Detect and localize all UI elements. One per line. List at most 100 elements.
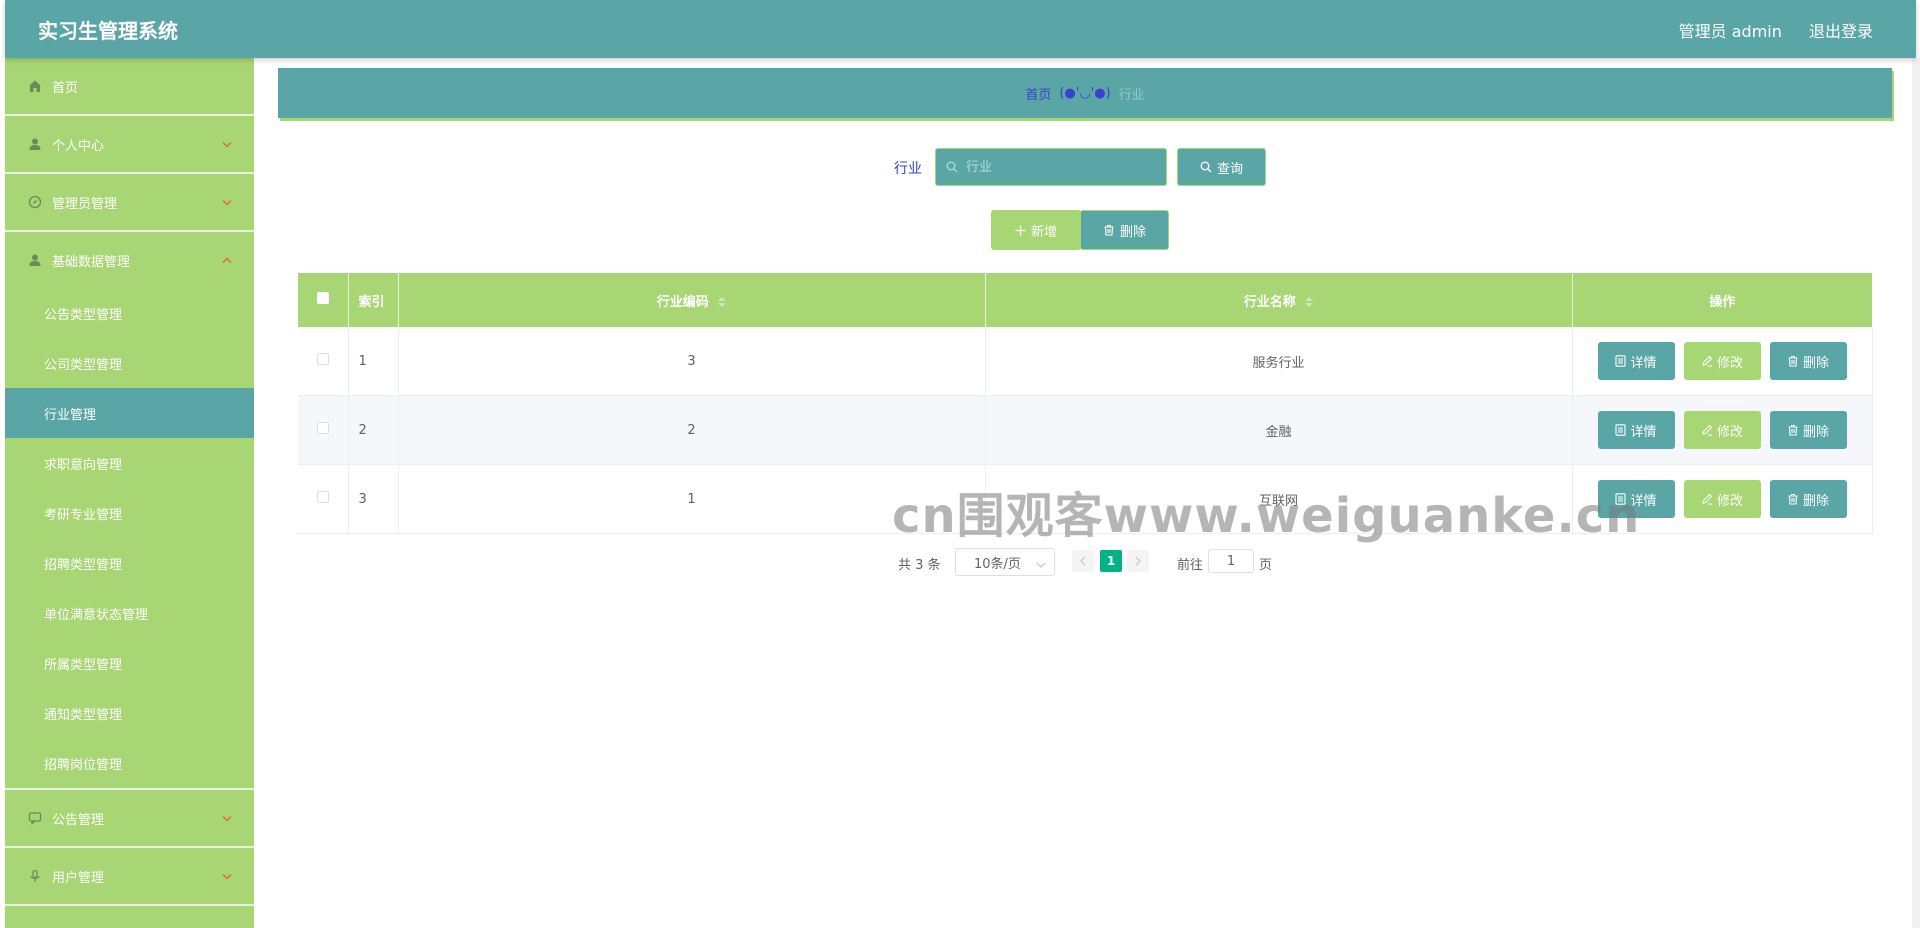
- edit-button-label: 修改: [1716, 355, 1743, 371]
- edit-button[interactable]: 修改: [1683, 342, 1761, 380]
- breadcrumb-home[interactable]: 首页: [1025, 84, 1051, 103]
- breadcrumb-separator: (●'◡'●): [1059, 85, 1111, 101]
- sidebar-item-admin-management[interactable]: 管理员管理: [5, 174, 254, 232]
- column-header-code-label: 行业编码: [656, 294, 709, 310]
- sidebar-item-home[interactable]: 首页: [5, 58, 254, 116]
- delete-button[interactable]: 删除: [1769, 480, 1847, 518]
- sidebar-item-personal-center[interactable]: 个人中心: [5, 116, 254, 174]
- row-checkbox[interactable]: [316, 422, 329, 434]
- chevron-down-icon: [222, 811, 232, 826]
- row-industry-name: 互联网: [985, 464, 1573, 534]
- page-size-select[interactable]: 10条/页: [955, 548, 1055, 576]
- page-scrollbar[interactable]: [1912, 58, 1920, 928]
- row-checkbox[interactable]: [316, 353, 329, 365]
- detail-button-label: 详情: [1630, 355, 1657, 371]
- select-all-checkbox[interactable]: [316, 292, 329, 304]
- user-icon: [27, 252, 43, 268]
- sidebar-item-job-intention[interactable]: 求职意向管理: [5, 438, 254, 488]
- row-checkbox[interactable]: [316, 491, 329, 503]
- trash-icon: [1787, 424, 1799, 436]
- sidebar-item-company-type[interactable]: 公司类型管理: [5, 338, 254, 388]
- plus-icon: [1015, 225, 1026, 236]
- edit-button[interactable]: 修改: [1683, 411, 1761, 449]
- top-bar: 实习生管理系统 管理员 admin 退出登录: [5, 0, 1916, 58]
- top-right-links: 管理员 admin 退出登录: [1657, 18, 1873, 42]
- app-title: 实习生管理系统: [38, 19, 178, 43]
- row-industry-name: 服务行业: [985, 327, 1573, 396]
- search-input[interactable]: [964, 158, 1158, 176]
- delete-button[interactable]: 删除: [1769, 411, 1847, 449]
- search-label: 行业: [894, 161, 922, 177]
- row-industry-code: 2: [398, 395, 986, 465]
- batch-delete-button[interactable]: 删除: [1080, 210, 1169, 250]
- edit-icon: [1701, 424, 1713, 436]
- page-size-value: 10条/页: [974, 556, 1021, 572]
- row-industry-name: 金融: [985, 395, 1573, 465]
- sidebar: 首页 个人中心 管理员管理 基础数据管理 公告类型管理 公司类型管理 行业管理 …: [5, 58, 254, 928]
- chevron-down-icon: [222, 195, 232, 210]
- chevron-down-icon: [222, 137, 232, 152]
- sidebar-item-label: 公告管理: [52, 812, 105, 828]
- sort-icon[interactable]: [718, 297, 727, 307]
- edit-button-label: 修改: [1716, 424, 1743, 440]
- sidebar-item-notify-type[interactable]: 通知类型管理: [5, 688, 254, 738]
- document-icon: [1615, 493, 1627, 505]
- chevron-up-icon: [222, 253, 232, 268]
- sidebar-item-label: 基础数据管理: [52, 254, 131, 270]
- query-button-label: 查询: [1216, 161, 1243, 177]
- next-page-button[interactable]: [1127, 550, 1149, 572]
- breadcrumb: 首页 (●'◡'●) 行业: [278, 68, 1892, 118]
- microphone-icon: [27, 868, 43, 884]
- row-ops-cell: 详情 修改 删除: [1572, 327, 1873, 396]
- delete-button-label: 删除: [1802, 493, 1829, 509]
- goto-suffix: 页: [1259, 558, 1273, 573]
- sidebar-item-label: 用户管理: [52, 870, 105, 886]
- logout-link[interactable]: 退出登录: [1809, 22, 1873, 41]
- add-button-label: 新增: [1030, 224, 1057, 240]
- detail-button[interactable]: 详情: [1597, 411, 1675, 449]
- sidebar-item-notice-type[interactable]: 公告类型管理: [5, 288, 254, 338]
- edit-button[interactable]: 修改: [1683, 480, 1761, 518]
- sidebar-item-satisfaction-status[interactable]: 单位满意状态管理: [5, 588, 254, 638]
- goto-label: 前往: [1177, 558, 1204, 573]
- delete-button-label: 删除: [1802, 424, 1829, 440]
- row-industry-code: 1: [398, 464, 986, 534]
- table-row: 3 1 互联网 详情 修改 删除: [298, 464, 1873, 534]
- add-button[interactable]: 新增: [991, 210, 1081, 250]
- detail-button[interactable]: 详情: [1597, 480, 1675, 518]
- home-icon: [27, 78, 43, 94]
- sidebar-item-recruit-type[interactable]: 招聘类型管理: [5, 538, 254, 588]
- sidebar-item-industry[interactable]: 行业管理: [5, 388, 254, 438]
- sort-icon[interactable]: [1305, 297, 1314, 307]
- column-header-name[interactable]: 行业名称: [985, 273, 1573, 327]
- current-user-label[interactable]: 管理员 admin: [1679, 22, 1782, 41]
- delete-button[interactable]: 删除: [1769, 342, 1847, 380]
- industry-table: 索引 行业编码 行业名称 操作 1 3 服务行业 详情 修改 删除 2 2 金融…: [298, 273, 1873, 534]
- chevron-left-icon: [1080, 556, 1086, 566]
- sidebar-item-basic-data[interactable]: 基础数据管理 公告类型管理 公司类型管理 行业管理 求职意向管理 考研专业管理 …: [5, 232, 254, 790]
- pagination-total: 共 3 条: [898, 558, 941, 573]
- page-number-current[interactable]: 1: [1100, 550, 1122, 572]
- column-header-ops: 操作: [1572, 273, 1872, 327]
- detail-button[interactable]: 详情: [1597, 342, 1675, 380]
- goto-page-input[interactable]: [1208, 549, 1254, 573]
- prev-page-button[interactable]: [1072, 550, 1094, 572]
- sidebar-item-belong-type[interactable]: 所属类型管理: [5, 638, 254, 688]
- document-icon: [1615, 355, 1627, 367]
- row-index: 3: [348, 464, 399, 534]
- sidebar-item-notice-management[interactable]: 公告管理: [5, 790, 254, 848]
- column-header-code[interactable]: 行业编码: [398, 273, 986, 327]
- row-index: 1: [348, 327, 399, 396]
- pagination: 共 3 条 10条/页 1 前往 页: [254, 548, 1920, 578]
- search-field[interactable]: [935, 148, 1167, 186]
- chevron-right-icon: [1135, 556, 1141, 566]
- query-button[interactable]: 查询: [1177, 148, 1266, 186]
- sidebar-item-recruit-position[interactable]: 招聘岗位管理: [5, 738, 254, 788]
- trash-icon: [1103, 224, 1115, 236]
- sidebar-item-exam-major[interactable]: 考研专业管理: [5, 488, 254, 538]
- trash-icon: [1787, 493, 1799, 505]
- sidebar-item-user-management[interactable]: 用户管理: [5, 848, 254, 906]
- column-header-name-label: 行业名称: [1243, 294, 1296, 310]
- document-icon: [1615, 424, 1627, 436]
- table-row: 1 3 服务行业 详情 修改 删除: [298, 327, 1873, 396]
